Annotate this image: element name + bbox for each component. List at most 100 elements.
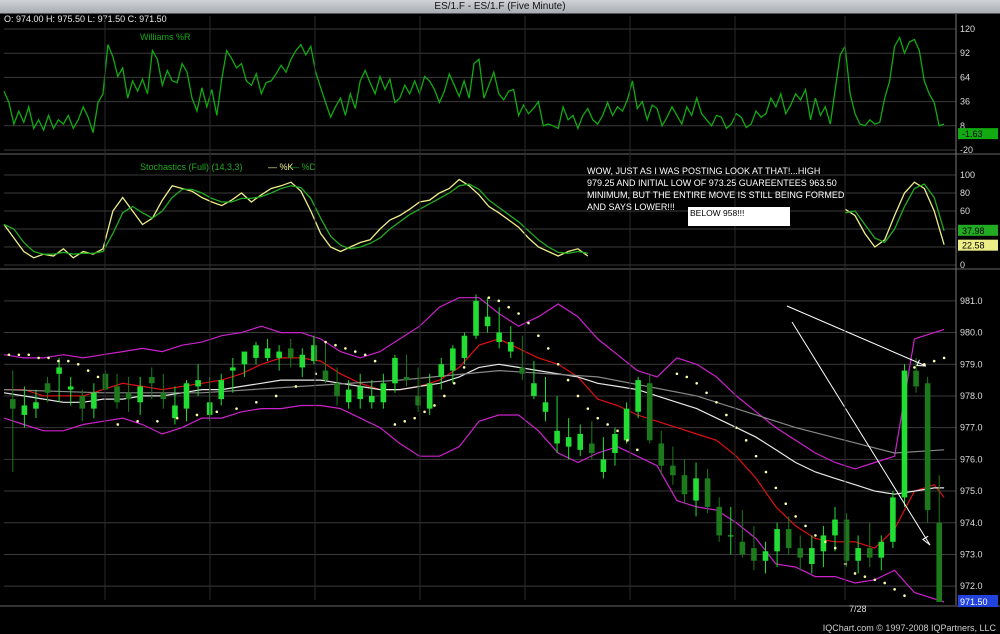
y-tick-label: 979.0: [960, 359, 983, 369]
candle-body: [484, 316, 491, 327]
y-tick-label: 60: [960, 206, 970, 216]
stoch-k-line: [844, 181, 945, 248]
psar-dot: [433, 404, 436, 407]
psar-dot: [274, 394, 278, 398]
candle-body: [774, 529, 780, 552]
psar-dot: [517, 312, 520, 315]
y-tick-label: 120: [960, 24, 975, 34]
candle-body: [716, 506, 722, 536]
candle-body: [172, 405, 178, 419]
arrow-to-high: [786, 305, 927, 367]
y-tick-label: 976.0: [960, 454, 983, 464]
psar-dot: [685, 375, 689, 379]
psar-dot: [462, 366, 466, 369]
psar-dot: [853, 572, 857, 575]
candle-body: [519, 367, 526, 374]
candle-body: [670, 465, 676, 476]
candle-body: [403, 376, 410, 381]
candle-body: [681, 475, 688, 495]
candle-body: [577, 433, 584, 450]
psar-dot: [606, 423, 609, 426]
psar-dot: [913, 366, 916, 369]
price-pane: 981.0 980.0 979.0 978.0 977.0 976.0 975.0 974.0…: [0, 294, 1000, 614]
y-tick-label: 100: [960, 170, 975, 180]
candle-body: [79, 395, 86, 409]
candle-body: [368, 395, 375, 403]
arrow-to-low-head: [922, 535, 931, 546]
psar-dot: [215, 410, 219, 414]
candle-body: [554, 430, 560, 444]
psar-dot: [255, 400, 258, 404]
candle-body: [160, 392, 167, 400]
williams-value: -1.63: [962, 129, 983, 139]
williams-label: Williams %R: [140, 32, 191, 42]
psar-dot: [507, 305, 510, 309]
candle-body: [33, 402, 39, 409]
williams-pane: 1209264368-20Williams %R-1.63: [0, 24, 1000, 155]
candle-body: [832, 519, 838, 536]
psar-dot: [235, 407, 238, 410]
psar-dot: [566, 378, 570, 382]
psar-dot: [725, 413, 728, 417]
candle-body: [507, 342, 514, 352]
stoch-d-line: [3, 183, 588, 255]
psar-dot: [636, 448, 639, 452]
psar-dot: [497, 299, 501, 303]
candle-body: [10, 399, 16, 409]
candle-body: [809, 548, 815, 564]
candle-body: [148, 376, 155, 384]
bollinger-lower-line: [3, 404, 945, 603]
candle-body: [357, 386, 364, 400]
psar-dot: [754, 454, 758, 458]
stochastics-pane: 100806040200Stochastics (Full) (14,3,3)—…: [0, 162, 1000, 270]
y-tick-label: 974.0: [960, 518, 983, 528]
candle-body: [392, 357, 398, 384]
psar-dot: [586, 407, 590, 410]
y-tick-label: 975.0: [960, 486, 983, 496]
psar-dot: [487, 296, 491, 299]
psar-dot: [334, 343, 337, 347]
candle-body: [287, 348, 294, 358]
stoch-k-line: [3, 178, 589, 259]
psar-dot: [873, 578, 877, 582]
candle-body: [878, 541, 885, 558]
candle-body: [866, 548, 873, 558]
candle-body: [890, 497, 896, 542]
y-tick-label: 981.0: [960, 296, 983, 306]
williams-line: [3, 35, 945, 133]
chart-canvas[interactable]: 1209264368-20Williams %R-1.63 1008060402…: [0, 0, 1000, 634]
candle-body: [137, 386, 143, 403]
psar-dot: [7, 353, 11, 357]
psar-dot: [324, 340, 327, 344]
psar-dot: [86, 369, 90, 372]
candle-body: [693, 478, 699, 501]
arrow-to-low: [791, 321, 931, 546]
candle-body: [589, 443, 595, 454]
candle-body: [612, 433, 618, 454]
candle-body: [658, 443, 665, 466]
psar-dot: [413, 416, 416, 420]
psar-dot: [67, 359, 70, 363]
psar-dot: [393, 423, 397, 426]
chart-window: ES/1.F - ES/1.F (Five Minute) O: 974.00 …: [0, 0, 1000, 634]
y-tick-label: 64: [960, 72, 970, 82]
candle-body: [473, 300, 479, 336]
legend-d: — %D: [290, 162, 317, 172]
y-tick-label: 92: [960, 48, 970, 58]
footer-copyright: IQChart.com © 1997-2008 IQPartners, LLC: [822, 623, 996, 633]
candle-body: [855, 548, 861, 561]
psar-dot: [863, 575, 867, 578]
candle-body: [635, 380, 641, 412]
psar-dot: [744, 439, 748, 442]
psar-dot: [626, 439, 629, 442]
psar-dot: [294, 385, 298, 388]
candle-body: [623, 408, 630, 441]
psar-dot: [37, 356, 40, 360]
candle-body: [797, 548, 804, 558]
psar-dot: [156, 420, 159, 423]
candle-body: [195, 380, 201, 387]
psar-dot: [76, 362, 80, 366]
y-tick-label: 0: [960, 260, 965, 270]
stochastics-label: Stochastics (Full) (14,3,3): [140, 162, 243, 172]
psar-dot: [27, 353, 31, 357]
